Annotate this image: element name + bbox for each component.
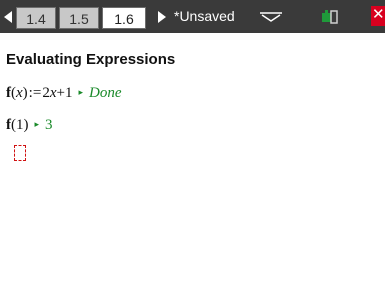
tab-1-4[interactable]: 1.4: [16, 7, 56, 29]
tab-1-5[interactable]: 1.5: [59, 7, 99, 29]
result-arrow-icon: ▸: [34, 119, 40, 129]
close-icon: ✕: [372, 6, 385, 23]
math-box-define-function[interactable]: f(x):=2x+1 ▸ Done: [6, 85, 121, 102]
next-page-icon[interactable]: [158, 11, 166, 23]
tab-1-6[interactable]: 1.6: [102, 7, 146, 29]
expression-coefficient: 2: [42, 85, 50, 101]
result-value: 3: [45, 117, 53, 133]
expression-constant: +1: [56, 85, 73, 101]
page-heading: Evaluating Expressions: [6, 51, 176, 68]
close-document-button[interactable]: ✕: [371, 6, 385, 26]
function-argument: 1: [16, 117, 24, 133]
result-value: Done: [88, 85, 122, 101]
prev-page-icon[interactable]: [4, 11, 12, 23]
result-arrow-icon: ▸: [78, 87, 83, 97]
function-variable: x: [16, 85, 23, 101]
document-title[interactable]: *Unsaved: [174, 8, 235, 24]
close-paren: ): [23, 117, 29, 133]
math-box-evaluate-function[interactable]: f(1) ▸ 3: [6, 117, 53, 134]
empty-math-box[interactable]: [14, 145, 26, 161]
battery-status-icon: [322, 10, 338, 24]
document-toolbar: 1.4 1.5 1.6 *Unsaved ✕: [0, 0, 385, 33]
close-paren: ): [22, 85, 28, 101]
notes-page[interactable]: Evaluating Expressions f(x):=2x+1 ▸ Done f…: [0, 33, 385, 288]
chevron-down-icon[interactable]: [259, 10, 283, 22]
assign-operator: :=: [28, 85, 42, 101]
